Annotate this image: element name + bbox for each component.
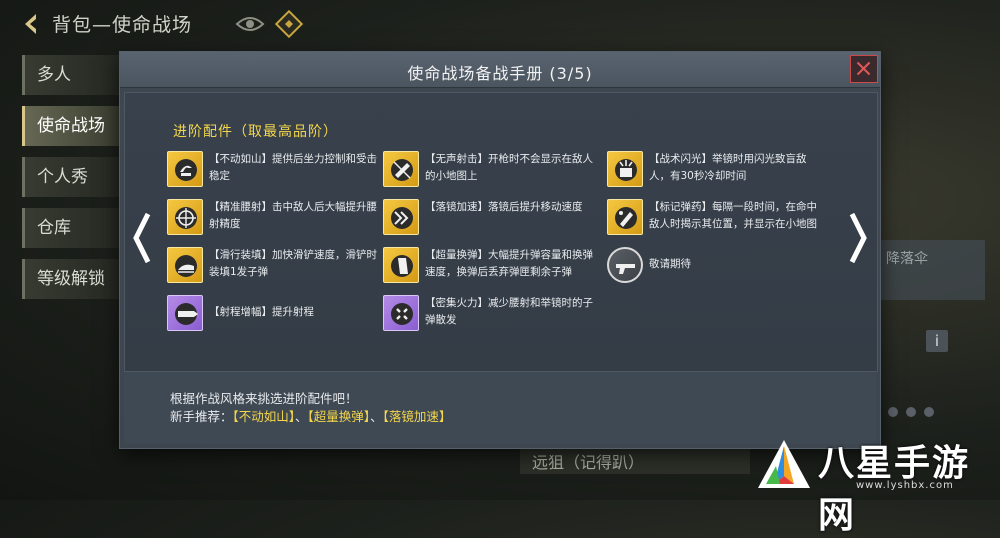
perk-item[interactable]: 【超量换弹】大幅提升弹容量和换弹速度，换弹后丢弃弹匣剩余子弹	[383, 247, 593, 287]
recommended-perk: 【不动如山】	[232, 409, 296, 424]
sidebar-item-warehouse[interactable]: 仓库	[22, 208, 132, 248]
site-logo-icon	[758, 440, 810, 488]
sidebar-item-label: 使命战场	[37, 116, 105, 136]
perk-item[interactable]: 【精准腰射】击中敌人后大幅提升腰射精度	[167, 199, 377, 239]
perk-item[interactable]: 【密集火力】减少腰射和举镜时的子弹散发	[383, 295, 593, 335]
watermark-url: www.lyshbx.com	[856, 480, 954, 491]
mark-ammo-icon	[607, 199, 643, 235]
perk-item[interactable]: 【滑行装填】加快滑铲速度，滑铲时装填1发子弹	[167, 247, 377, 287]
perk-item[interactable]: 【标记弹药】每隔一段时间，在命中敌人时揭示其位置，并显示在小地图	[607, 199, 817, 239]
gun-icon	[607, 247, 643, 283]
perk-item[interactable]: 【射程增幅】提升射程	[167, 295, 377, 335]
recommendation-text: 新手推荐：【不动如山】、【超量换弹】、【落镜加速】	[170, 406, 451, 425]
top-bar: 背包—使命战场	[0, 0, 1000, 48]
sidebar-item-battle-royale[interactable]: 使命战场	[22, 106, 132, 146]
perk-description: 【无声射击】开枪时不会显示在敌人的小地图上	[425, 153, 593, 182]
pager-dots	[888, 407, 934, 417]
perk-description: 【射程增幅】提升射程	[209, 306, 314, 318]
dialog-title: 使命战场备战手册 (3/5)	[407, 64, 593, 83]
separator: 、	[370, 409, 383, 424]
back-arrow-icon[interactable]	[20, 12, 44, 36]
sidebar: 多人 使命战场 个人秀 仓库 等级解锁	[22, 55, 132, 310]
perk-description: 【落镜加速】落镜后提升移动速度	[425, 201, 583, 213]
perk-item[interactable]: 【战术闪光】举镜时用闪光致盲敌人，有30秒冷却时间	[607, 151, 817, 191]
sidebar-item-label: 等级解锁	[37, 269, 105, 289]
perk-description: 【密集火力】减少腰射和举镜时的子弹散发	[425, 297, 593, 326]
parachute-label: 降落伞	[886, 251, 928, 267]
sidebar-item-label: 个人秀	[37, 167, 88, 187]
perk-description: 【不动如山】提供后坐力控制和受击稳定	[209, 153, 377, 182]
sidebar-item-label: 仓库	[37, 218, 71, 238]
loadout-slot-label: 远狙（记得趴）	[532, 453, 645, 472]
close-icon	[856, 61, 871, 76]
tip-text: 根据作战风格来挑选进阶配件吧！	[170, 391, 358, 406]
perk-description: 【标记弹药】每隔一段时间，在命中敌人时揭示其位置，并显示在小地图	[649, 201, 817, 230]
dialog-header: 使命战场备战手册 (3/5)	[120, 52, 880, 88]
close-button[interactable]	[850, 55, 878, 83]
perk-description: 【滑行装填】加快滑铲速度，滑铲时装填1发子弹	[209, 249, 377, 278]
perk-description: 【超量换弹】大幅提升弹容量和换弹速度，换弹后丢弃弹匣剩余子弹	[425, 249, 593, 278]
slide-icon	[167, 247, 203, 283]
prev-page-arrow-icon[interactable]	[130, 210, 152, 266]
dialog-body: 进阶配件（取最高品阶） 【不动如山】提供后坐力控制和受击稳定 【无声射击】开枪时…	[124, 92, 878, 372]
perk-item[interactable]: 【落镜加速】落镜后提升移动速度	[383, 199, 593, 239]
sidebar-item-label: 多人	[37, 65, 71, 85]
perk-item[interactable]: 【无声射击】开枪时不会显示在敌人的小地图上	[383, 151, 593, 191]
separator: 、	[295, 409, 308, 424]
speed-icon	[383, 199, 419, 235]
perk-item[interactable]: 【不动如山】提供后坐力控制和受击稳定	[167, 151, 377, 191]
sidebar-item-level-unlock[interactable]: 等级解锁	[22, 259, 132, 299]
flash-icon	[607, 151, 643, 187]
recommendation-label: 新手推荐：	[170, 409, 233, 424]
prep-manual-dialog: 使命战场备战手册 (3/5) 进阶配件（取最高品阶） 【不动如山】提供后坐力控制…	[120, 52, 880, 448]
perk-description: 敬请期待	[649, 258, 691, 270]
recommended-perk: 【超量换弹】	[307, 409, 371, 424]
watermark: 八星手游网 www.lyshbx.com	[748, 432, 1000, 536]
sidebar-item-personal-show[interactable]: 个人秀	[22, 157, 132, 197]
next-page-arrow-icon[interactable]	[848, 210, 870, 266]
info-icon[interactable]: i	[926, 330, 948, 352]
sidebar-item-multiplayer[interactable]: 多人	[22, 55, 132, 95]
silencer-icon	[383, 151, 419, 187]
recommended-perk: 【落镜加速】	[382, 409, 452, 424]
steady-icon	[167, 151, 203, 187]
section-title: 进阶配件（取最高品阶）	[173, 124, 338, 140]
eye-icon[interactable]	[235, 14, 265, 34]
page-title: 背包—使命战场	[52, 14, 193, 36]
perk-description: 【精准腰射】击中敌人后大幅提升腰射精度	[209, 201, 377, 230]
perk-item: 敬请期待	[607, 247, 817, 287]
range-icon	[167, 295, 203, 331]
badge-icon[interactable]	[275, 10, 303, 38]
perk-description: 【战术闪光】举镜时用闪光致盲敌人，有30秒冷却时间	[649, 153, 807, 182]
spread-icon	[383, 295, 419, 331]
crosshair-icon	[167, 199, 203, 235]
magazine-icon	[383, 247, 419, 283]
